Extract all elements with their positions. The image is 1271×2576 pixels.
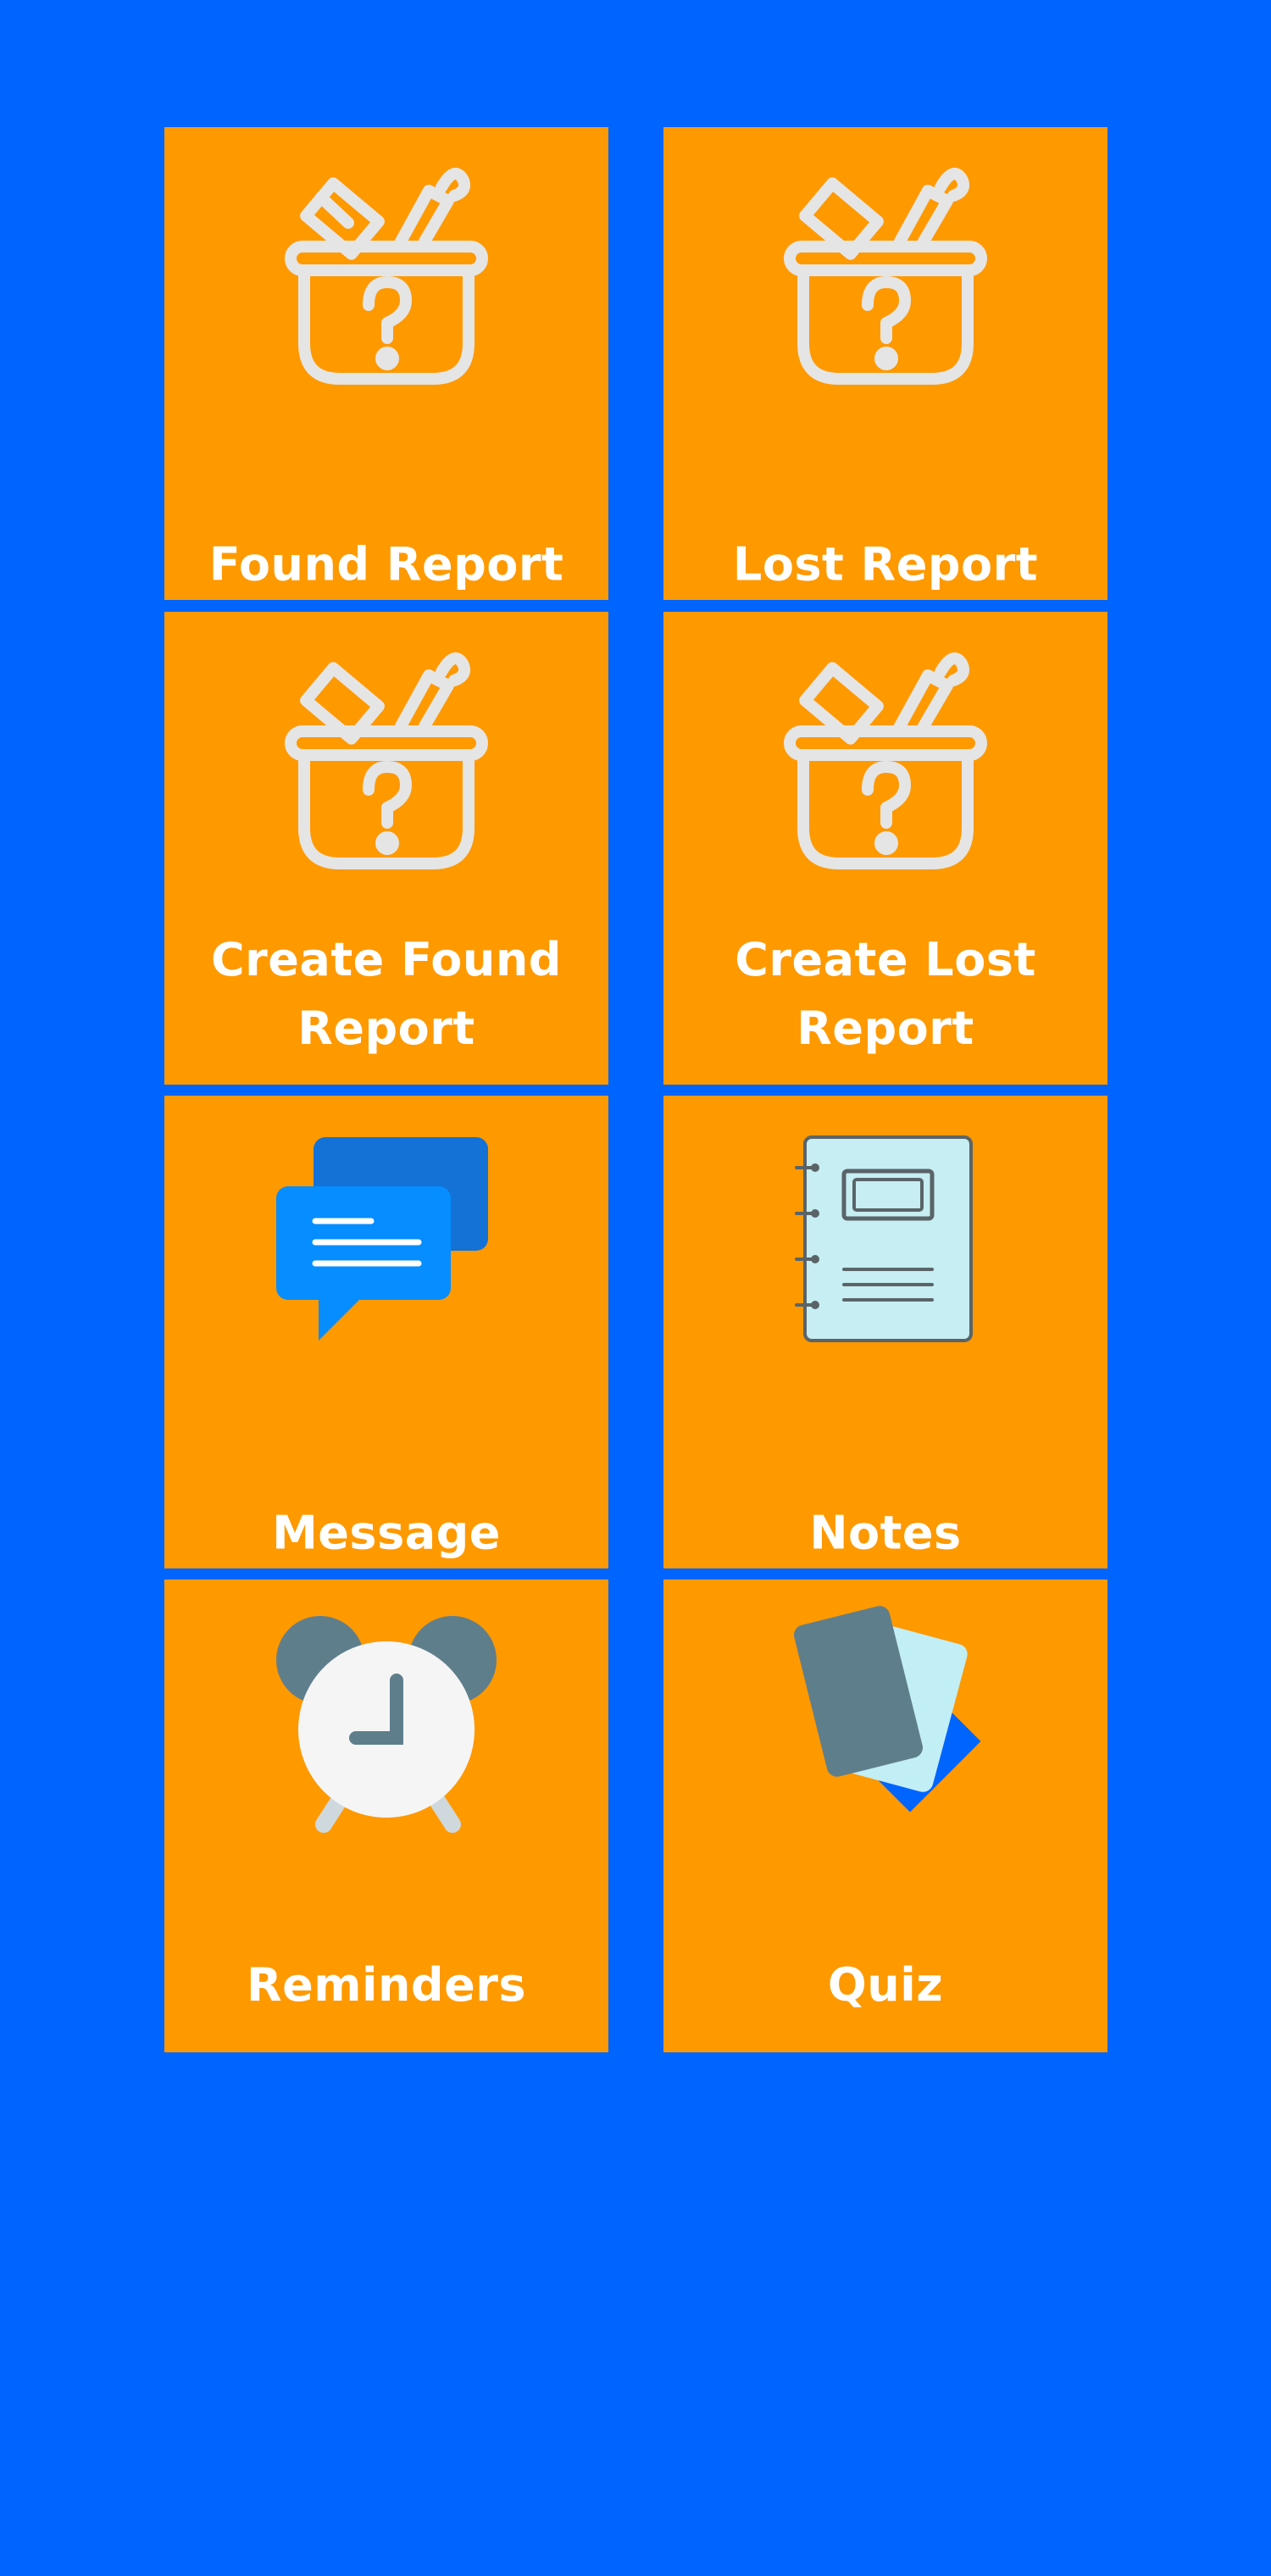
tile-reminders[interactable]: Reminders bbox=[164, 1579, 608, 2052]
tile-label: Lost Report bbox=[732, 537, 1039, 591]
lost-and-found-box-icon bbox=[663, 612, 1107, 900]
lost-and-found-box-icon bbox=[663, 127, 1107, 415]
tile-create-found-report[interactable]: Create Found Report bbox=[164, 612, 608, 1085]
tile-label: Message bbox=[272, 1506, 501, 1560]
tile-create-lost-report[interactable]: Create Lost Report bbox=[663, 612, 1107, 1085]
tile-label: Quiz bbox=[827, 1958, 944, 2012]
notebook-icon bbox=[663, 1096, 1107, 1384]
tile-label: Create Lost Report bbox=[735, 933, 1036, 1055]
tile-message[interactable]: Message bbox=[164, 1096, 608, 1568]
lost-and-found-box-icon bbox=[164, 127, 608, 415]
flash-cards-icon bbox=[663, 1579, 1107, 1868]
tile-label: Reminders bbox=[247, 1958, 526, 2012]
tile-label: Notes bbox=[809, 1506, 962, 1560]
lost-and-found-box-icon bbox=[164, 612, 608, 900]
tile-label: Create Found Report bbox=[211, 933, 562, 1055]
tile-lost-report[interactable]: Lost Report bbox=[663, 127, 1107, 600]
alarm-clock-icon bbox=[164, 1579, 608, 1868]
tile-notes[interactable]: Notes bbox=[663, 1096, 1107, 1568]
tile-label: Found Report bbox=[208, 537, 564, 591]
tile-found-report[interactable]: Found Report bbox=[164, 127, 608, 600]
tile-quiz[interactable]: Quiz bbox=[663, 1579, 1107, 2052]
chat-bubbles-icon bbox=[164, 1096, 608, 1384]
